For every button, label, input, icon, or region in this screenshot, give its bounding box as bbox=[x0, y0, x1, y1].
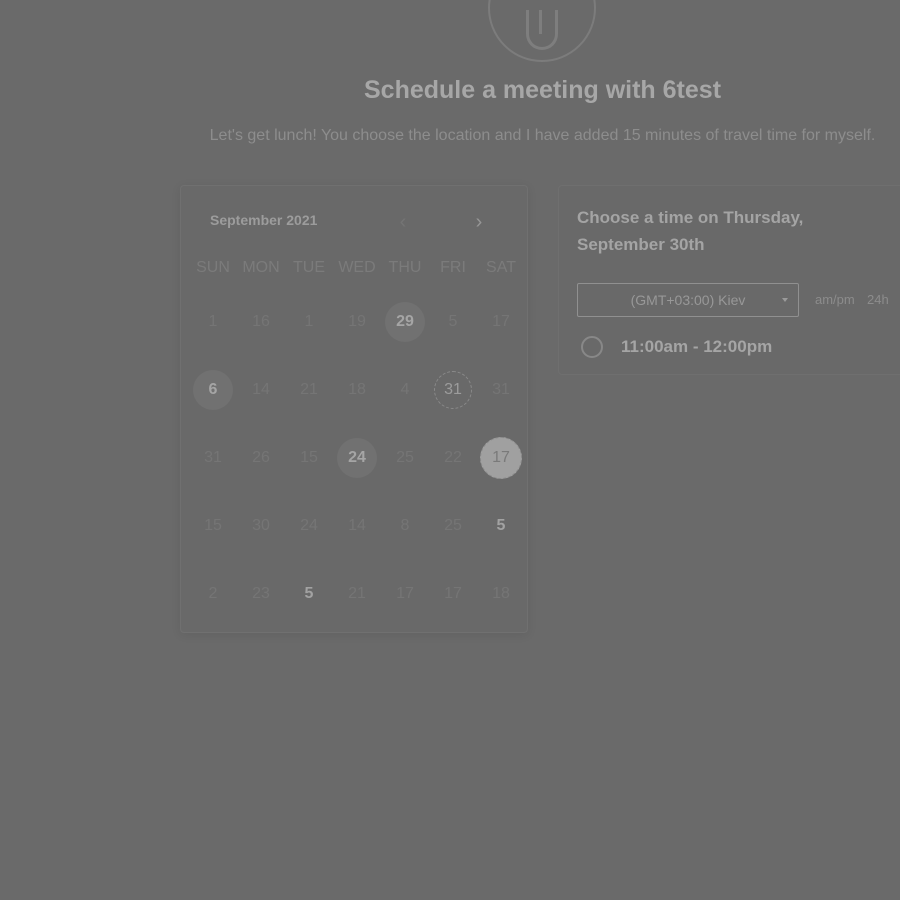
calendar-day: 26 bbox=[237, 424, 285, 492]
caret-down-icon bbox=[782, 298, 788, 302]
chevron-left-icon[interactable]: ‹ bbox=[393, 212, 413, 232]
weekday-label: SUN bbox=[196, 259, 230, 276]
calendar-day-number: 18 bbox=[492, 585, 510, 602]
format-ampm-toggle[interactable]: am/pm bbox=[815, 292, 855, 307]
chevron-right-icon[interactable]: › bbox=[469, 212, 489, 232]
calendar-day-number: 5 bbox=[304, 585, 314, 602]
calendar-day-number: 24 bbox=[300, 517, 318, 534]
weekday-label: TUE bbox=[293, 259, 325, 276]
calendar-day: 19 bbox=[333, 288, 381, 356]
calendar-day-number: 14 bbox=[348, 517, 366, 534]
calendar-day-number: 25 bbox=[396, 449, 414, 466]
calendar-day: 1 bbox=[189, 288, 237, 356]
calendar-day: 14 bbox=[237, 356, 285, 424]
calendar-day: 18 bbox=[333, 356, 381, 424]
calendar-day: 15 bbox=[285, 424, 333, 492]
calendar-day-number: 24 bbox=[337, 438, 377, 478]
calendar-day-number: 21 bbox=[348, 585, 366, 602]
weekday-label: SAT bbox=[486, 259, 516, 276]
day-grid: 1 16 1 19 29 5 17 6 14 21 18 4 31 31 31 26 15 24 25 22 17 15 3… bbox=[189, 288, 525, 628]
calendar-day: 25 bbox=[429, 492, 477, 560]
calendar-day-number: 17 bbox=[480, 437, 522, 479]
calendar-day-number: 31 bbox=[204, 449, 222, 466]
weekday-label: MON bbox=[242, 259, 280, 276]
calendar-day: 21 bbox=[285, 356, 333, 424]
calendar-day: 31 bbox=[477, 356, 525, 424]
time-slot[interactable]: 11:00am - 12:00pm bbox=[581, 336, 772, 358]
calendar-day: 18 bbox=[477, 560, 525, 628]
weekday-label: THU bbox=[388, 259, 422, 276]
calendar-day: 4 bbox=[381, 356, 429, 424]
time-slot-label: 11:00am - 12:00pm bbox=[621, 337, 773, 356]
calendar-day: 1 bbox=[285, 288, 333, 356]
calendar-day-number: 18 bbox=[348, 381, 366, 398]
calendar-day-number: 5 bbox=[496, 517, 506, 534]
calendar-day: 16 bbox=[237, 288, 285, 356]
calendar-day[interactable]: 17 bbox=[477, 424, 525, 492]
calendar-day-number: 2 bbox=[208, 585, 218, 602]
calendar-day[interactable]: 6 bbox=[189, 356, 237, 424]
page-title: Schedule a meeting with 6test bbox=[363, 76, 722, 104]
calendar-day-number: 30 bbox=[252, 517, 270, 534]
calendar-day-number: 1 bbox=[304, 313, 314, 330]
calendar-day-number: 6 bbox=[193, 370, 233, 410]
calendar-day: 17 bbox=[429, 560, 477, 628]
weekday-header: SUN MON TUE WED THU FRI SAT bbox=[189, 259, 525, 277]
calendar-day-number: 29 bbox=[385, 302, 425, 342]
calendar-day[interactable]: 24 bbox=[333, 424, 381, 492]
calendar-day-number: 17 bbox=[444, 585, 462, 602]
calendar-day-number: 31 bbox=[434, 371, 472, 409]
avatar bbox=[488, 0, 596, 62]
calendar-day[interactable]: 29 bbox=[381, 288, 429, 356]
timezone-value: (GMT+03:00) Kiev bbox=[630, 292, 746, 308]
calendar-day-number: 4 bbox=[400, 381, 410, 398]
calendar-day-number: 31 bbox=[492, 381, 510, 398]
time-picker-title: Choose a time on Thursday, September 30t… bbox=[577, 208, 804, 254]
calendar-day: 14 bbox=[333, 492, 381, 560]
calendar-day: 5 bbox=[429, 288, 477, 356]
weekday-label: FRI bbox=[440, 259, 466, 276]
calendar-day: 23 bbox=[237, 560, 285, 628]
calendar-day: 5 bbox=[285, 560, 333, 628]
calendar-day: 31 bbox=[189, 424, 237, 492]
format-24h-toggle[interactable]: 24h bbox=[867, 292, 889, 307]
calendar-day-number: 17 bbox=[492, 313, 510, 330]
calendar-day[interactable]: 31 bbox=[429, 356, 477, 424]
calendar-day-number: 14 bbox=[252, 381, 270, 398]
calendar-day-number: 17 bbox=[396, 585, 414, 602]
calendar-day-number: 8 bbox=[400, 517, 410, 534]
calendar-day: 25 bbox=[381, 424, 429, 492]
calendar-day: 24 bbox=[285, 492, 333, 560]
calendar-day-number: 15 bbox=[300, 449, 318, 466]
calendar-day: 17 bbox=[477, 288, 525, 356]
calendar-day: 17 bbox=[381, 560, 429, 628]
calendar-day: 15 bbox=[189, 492, 237, 560]
calendar-day-number: 26 bbox=[252, 449, 270, 466]
calendar-day-number: 5 bbox=[448, 313, 458, 330]
calendar-day-number: 19 bbox=[348, 313, 366, 330]
time-picker: Choose a time on Thursday, September 30t… bbox=[558, 185, 900, 375]
calendar-day-number: 1 bbox=[208, 313, 218, 330]
calendar-day-number: 15 bbox=[204, 517, 222, 534]
avatar-letter bbox=[526, 10, 558, 50]
calendar-day: 30 bbox=[237, 492, 285, 560]
calendar-day-number: 16 bbox=[252, 313, 270, 330]
calendar-day: 2 bbox=[189, 560, 237, 628]
calendar-day-number: 21 bbox=[300, 381, 318, 398]
calendar: September 2021 ‹ › SUN MON TUE WED THU FRI SAT… bbox=[180, 185, 528, 633]
weekday-label: WED bbox=[338, 259, 376, 276]
calendar-day: 5 bbox=[477, 492, 525, 560]
calendar-day-number: 23 bbox=[252, 585, 270, 602]
calendar-day: 8 bbox=[381, 492, 429, 560]
calendar-day-number: 22 bbox=[444, 449, 462, 466]
radio-icon[interactable] bbox=[581, 336, 603, 358]
calendar-day: 22 bbox=[429, 424, 477, 492]
page-description: Let's get lunch! You choose the location… bbox=[209, 127, 876, 144]
timezone-select[interactable]: (GMT+03:00) Kiev bbox=[577, 283, 799, 317]
calendar-day-number: 25 bbox=[444, 517, 462, 534]
month-title: September 2021 bbox=[210, 212, 318, 228]
calendar-day: 21 bbox=[333, 560, 381, 628]
